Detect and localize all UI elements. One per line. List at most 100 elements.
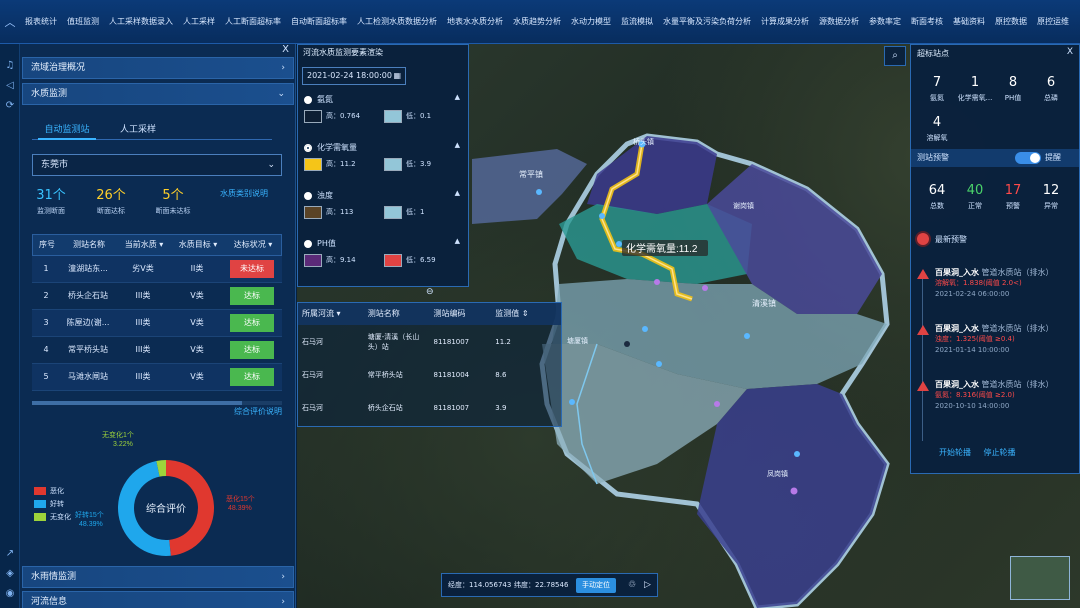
- bell-icon[interactable]: ♫: [4, 60, 16, 72]
- station-marker[interactable]: [714, 401, 720, 407]
- low-color-swatch[interactable]: [384, 110, 402, 123]
- nav-item[interactable]: 原控运维: [1032, 0, 1074, 44]
- speaker-icon[interactable]: ◁: [4, 80, 16, 92]
- high-color-swatch[interactable]: [304, 254, 322, 267]
- nav-item[interactable]: 原控数据: [990, 0, 1032, 44]
- next-icon[interactable]: ▷: [644, 574, 651, 596]
- pin-icon[interactable]: ◉: [4, 588, 16, 600]
- high-color-swatch[interactable]: [304, 206, 322, 219]
- refresh-icon[interactable]: ⟳: [4, 100, 16, 112]
- station-marker[interactable]: [536, 189, 542, 195]
- radio-icon[interactable]: [304, 192, 312, 200]
- radio-icon[interactable]: [304, 96, 312, 104]
- station-marker[interactable]: [744, 333, 750, 339]
- table-row[interactable]: 石马河 塘厦-清溪（长山头）站 81181007 11.2: [298, 325, 561, 358]
- section-river-info[interactable]: 河流信息 ›: [22, 591, 294, 608]
- indicator-radio[interactable]: 化学需氧量: [304, 141, 464, 155]
- filter-icon[interactable]: ▾: [159, 240, 163, 249]
- header-cell[interactable]: 达标状况 ▾: [225, 235, 281, 255]
- region-changping[interactable]: [472, 149, 587, 224]
- water-class-link[interactable]: 水质类别说明: [220, 188, 268, 199]
- radio-icon[interactable]: [304, 144, 312, 152]
- collapse-circle-icon[interactable]: ⊖: [426, 287, 434, 297]
- indicator-radio[interactable]: 浊度: [304, 189, 464, 203]
- nav-item[interactable]: 断面考核: [906, 0, 948, 44]
- exceed-stat[interactable]: 4 溶解氧: [917, 115, 957, 143]
- table-scrollbar[interactable]: [32, 401, 282, 405]
- header-cell[interactable]: 水质目标 ▾: [171, 235, 225, 255]
- filter-icon[interactable]: ▾: [213, 240, 217, 249]
- table-row[interactable]: 5 马滩水闸站 III类 V类 达标: [32, 364, 282, 391]
- legend-item[interactable]: 好转: [34, 497, 71, 510]
- low-color-swatch[interactable]: [384, 254, 402, 267]
- nav-item[interactable]: 监流模拟: [616, 0, 658, 44]
- station-marker[interactable]: [599, 213, 605, 219]
- station-count[interactable]: 40 正常: [955, 183, 995, 211]
- station-count[interactable]: 64 总数: [917, 183, 957, 211]
- alarm-item[interactable]: 百果洞_入水 管道水质站（排水） 浊度：1.325(阈值 ≥0.4) 2021-01…: [917, 323, 1075, 356]
- nav-item[interactable]: 报表统计: [20, 0, 62, 44]
- station-marker[interactable]: [702, 285, 708, 291]
- station-count[interactable]: 17 预警: [993, 183, 1033, 211]
- station-count[interactable]: 12 异常: [1031, 183, 1071, 211]
- city-select[interactable]: 东莞市 ⌄: [32, 154, 282, 176]
- legend-item[interactable]: 无变化: [34, 510, 71, 523]
- header-cell[interactable]: 监测值 ⇕: [491, 303, 561, 325]
- region-fenggang[interactable]: [697, 384, 887, 608]
- low-color-swatch[interactable]: [384, 158, 402, 171]
- station-marker[interactable]: [624, 341, 630, 347]
- collapse-arrow-icon[interactable]: ▲: [455, 93, 460, 101]
- station-marker[interactable]: [790, 487, 798, 495]
- header-cell[interactable]: 所属河流 ▾: [298, 303, 364, 325]
- table-row[interactable]: 石马河 常平桥头站 81181004 8.6: [298, 358, 561, 391]
- low-color-swatch[interactable]: [384, 206, 402, 219]
- alarm-item[interactable]: 百果洞_入水 管道水质站（排水） 溶解氧：1.838(阈值 2.0<) 2021-0…: [917, 267, 1075, 300]
- eval-desc-link[interactable]: 综合评价说明: [234, 406, 282, 417]
- filter-icon[interactable]: ▾: [268, 240, 272, 249]
- minimap[interactable]: [1010, 556, 1070, 600]
- exceed-stat[interactable]: 1 化学需氧...: [955, 75, 995, 103]
- remind-toggle[interactable]: [1015, 152, 1041, 164]
- station-marker[interactable]: [616, 241, 622, 247]
- table-row[interactable]: 3 陈屋边(谢... III类 V类 达标: [32, 310, 282, 337]
- station-marker[interactable]: [656, 361, 662, 367]
- date-picker[interactable]: 2021-02-24 18:00:00 ▦: [302, 67, 406, 85]
- nav-item[interactable]: 人工断面超标率: [220, 0, 286, 44]
- header-cell[interactable]: 当前水质 ▾: [117, 235, 171, 255]
- nav-item[interactable]: 参数率定: [864, 0, 906, 44]
- nav-item[interactable]: 水量平衡及污染负荷分析: [658, 0, 756, 44]
- exceed-stat[interactable]: 7 氨氮: [917, 75, 957, 103]
- nav-item[interactable]: 基础资料: [948, 0, 990, 44]
- station-marker[interactable]: [654, 279, 660, 285]
- stop-carousel-button[interactable]: 停止轮播: [984, 448, 1016, 457]
- legend-item[interactable]: 恶化: [34, 484, 71, 497]
- radio-icon[interactable]: [304, 240, 312, 248]
- section-rain-monitor[interactable]: 水雨情监测 ›: [22, 566, 294, 588]
- table-row[interactable]: 1 潼湖站东... 劣V类 II类 未达标: [32, 256, 282, 283]
- station-marker[interactable]: [569, 399, 575, 405]
- collapse-arrow-icon[interactable]: ▲: [455, 141, 460, 149]
- close-icon[interactable]: X: [282, 44, 289, 55]
- table-row[interactable]: 4 常平桥头站 III类 V类 达标: [32, 337, 282, 364]
- sort-icon[interactable]: ⇕: [522, 309, 529, 318]
- station-marker[interactable]: [794, 451, 800, 457]
- exceed-stat[interactable]: 6 总磷: [1031, 75, 1071, 103]
- indicator-radio[interactable]: PH值: [304, 237, 464, 251]
- nav-item[interactable]: 水质趋势分析: [508, 0, 566, 44]
- nav-item[interactable]: 人工采样: [178, 0, 220, 44]
- high-color-swatch[interactable]: [304, 110, 322, 123]
- layers-icon[interactable]: ◈: [4, 568, 16, 580]
- high-color-swatch[interactable]: [304, 158, 322, 171]
- nav-item[interactable]: 源数据分析: [814, 0, 864, 44]
- nav-item[interactable]: 人工采样数据录入: [104, 0, 178, 44]
- section-basin-overview[interactable]: 流域治理概况 ›: [22, 57, 294, 79]
- collapse-arrow-icon[interactable]: ▲: [455, 237, 460, 245]
- calendar-icon[interactable]: ▦: [393, 68, 401, 84]
- tab-manual-sampling[interactable]: 人工采样: [120, 122, 156, 138]
- nav-item[interactable]: 地表水水质分析: [442, 0, 508, 44]
- tab-auto-station[interactable]: 自动监测站: [38, 122, 96, 140]
- alarm-item[interactable]: 百果洞_入水 管道水质站（排水） 氨氮：8.316(阈值 ≥2.0) 2020-10…: [917, 379, 1075, 412]
- close-icon[interactable]: X: [1067, 47, 1073, 57]
- exceed-stat[interactable]: 8 PH值: [993, 75, 1033, 103]
- table-row[interactable]: 2 桥头企石站 III类 V类 达标: [32, 283, 282, 310]
